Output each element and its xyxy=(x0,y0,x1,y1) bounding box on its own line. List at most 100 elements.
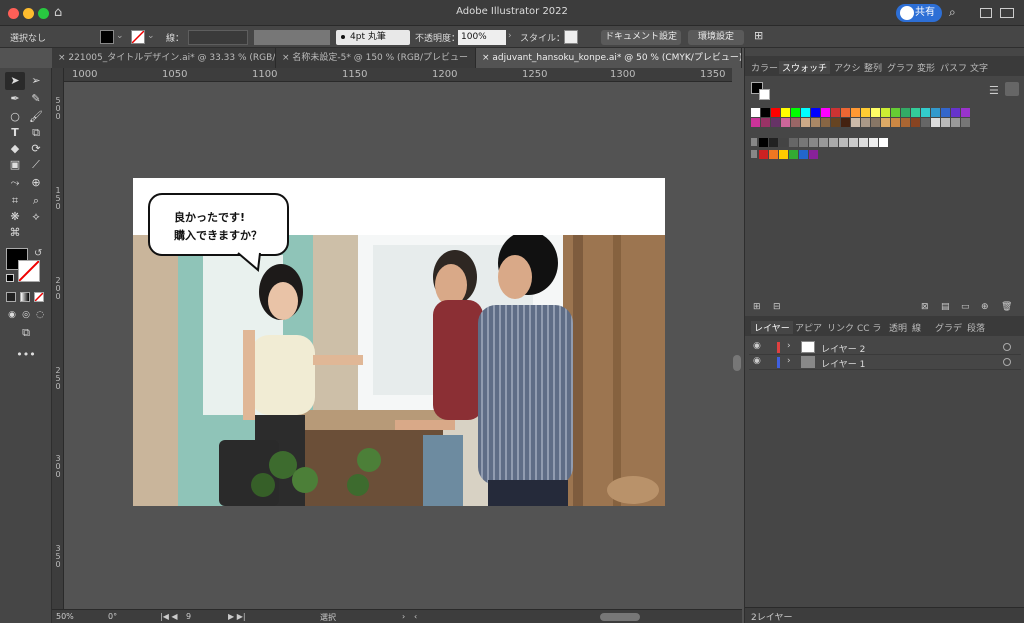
visibility-eye-icon[interactable]: ◉ xyxy=(753,341,761,351)
stroke-color-swatch[interactable] xyxy=(131,30,145,44)
workspace-icon[interactable] xyxy=(980,8,992,18)
gradient-tool-icon[interactable]: ▣ xyxy=(5,156,25,174)
new-color-group-icon[interactable]: ▤ xyxy=(941,302,950,312)
color-swatch[interactable] xyxy=(759,138,768,147)
placed-photo[interactable] xyxy=(133,235,665,506)
color-swatch[interactable] xyxy=(861,118,870,127)
color-swatch[interactable] xyxy=(771,118,780,127)
color-swatch[interactable] xyxy=(759,150,768,159)
color-swatch[interactable] xyxy=(911,118,920,127)
color-swatch[interactable] xyxy=(839,138,848,147)
color-swatch[interactable] xyxy=(951,118,960,127)
stroke-swatch[interactable] xyxy=(18,260,40,282)
color-swatch[interactable] xyxy=(789,138,798,147)
tab-transform[interactable]: 変形 xyxy=(917,61,935,74)
tab-adjuvant-hansoku[interactable]: × adjuvant_hansoku_konpe.ai* @ 50 % (CMY… xyxy=(476,48,742,68)
color-swatch[interactable] xyxy=(931,108,940,117)
expand-arrow-icon[interactable]: › xyxy=(787,341,791,351)
color-swatch[interactable] xyxy=(871,118,880,127)
status-arrow-icon[interactable]: › xyxy=(402,612,405,621)
scroll-left-icon[interactable]: ‹ xyxy=(414,612,417,621)
new-swatch-icon[interactable]: ⊕ xyxy=(981,302,989,312)
color-swatch[interactable] xyxy=(799,138,808,147)
color-swatch[interactable] xyxy=(779,150,788,159)
tab-cc-libraries[interactable]: CC ラ xyxy=(857,321,881,334)
search-icon[interactable]: ⌕ xyxy=(949,5,956,20)
layer-target-icon[interactable] xyxy=(1003,343,1011,351)
color-swatch[interactable] xyxy=(801,108,810,117)
eyedropper-tool-icon[interactable]: ⟋ xyxy=(26,156,46,174)
document-settings-button[interactable]: ドキュメント設定 xyxy=(601,30,681,45)
color-swatch[interactable] xyxy=(869,138,878,147)
swatch-library-icon[interactable]: ⊞ xyxy=(753,302,761,312)
tab-layers[interactable]: レイヤー xyxy=(751,321,793,334)
layer-target-icon[interactable] xyxy=(1003,358,1011,366)
color-swatch[interactable] xyxy=(921,118,930,127)
swap-fill-stroke-icon[interactable]: ↺ xyxy=(34,248,42,259)
color-swatch[interactable] xyxy=(781,108,790,117)
swatch-kinds-icon[interactable]: ⊟ xyxy=(773,302,781,312)
gradient-mode-icon[interactable] xyxy=(20,292,30,302)
opacity-arrow-icon[interactable]: › xyxy=(508,31,512,41)
edit-toolbar-icon[interactable]: ••• xyxy=(16,346,36,364)
curvature-tool-icon[interactable]: ✎ xyxy=(26,90,46,108)
tab-gradient[interactable]: グラデ xyxy=(935,321,962,334)
tab-actions[interactable]: アクシ xyxy=(834,61,861,74)
color-swatch[interactable] xyxy=(809,138,818,147)
color-swatch[interactable] xyxy=(801,118,810,127)
vertical-ruler[interactable]: 5 0 0 1 5 0 2 0 0 2 5 0 3 0 0 3 5 0 xyxy=(52,68,64,609)
color-swatch[interactable] xyxy=(951,108,960,117)
selection-tool-icon[interactable]: ➤ xyxy=(5,72,25,90)
color-swatch[interactable] xyxy=(751,108,760,117)
align-options-icon[interactable]: ⊞ xyxy=(754,29,763,42)
stroke-weight-input[interactable] xyxy=(188,30,248,45)
graphic-style-swatch[interactable] xyxy=(564,30,578,44)
none-mode-icon[interactable] xyxy=(34,292,44,302)
color-swatch[interactable] xyxy=(841,108,850,117)
color-swatch[interactable] xyxy=(769,150,778,159)
color-swatch[interactable] xyxy=(829,138,838,147)
color-swatch[interactable] xyxy=(901,108,910,117)
color-swatch[interactable] xyxy=(819,138,828,147)
vertical-scrollbar[interactable] xyxy=(733,355,741,371)
color-swatch[interactable] xyxy=(779,138,788,147)
preferences-button[interactable]: 環境設定 xyxy=(688,30,744,45)
color-swatch[interactable] xyxy=(799,150,808,159)
artboard-nav-first-icon[interactable]: |◀ ◀ xyxy=(160,612,178,621)
draw-inside-icon[interactable]: ◌ xyxy=(30,306,50,324)
fill-color-swatch[interactable] xyxy=(100,30,114,44)
screen-mode-icon[interactable]: ⧉ xyxy=(16,324,36,342)
speech-bubble[interactable]: 良かったです! 購入できますか？ xyxy=(148,193,289,256)
arrange-documents-icon[interactable] xyxy=(1000,8,1014,18)
tab-title-design[interactable]: × 221005_タイトルデザイン.ai* @ 33.33 % (RGB/プレビ… xyxy=(52,48,276,68)
tab-swatches[interactable]: スウォッチ xyxy=(779,61,831,74)
color-swatch[interactable] xyxy=(859,138,868,147)
tab-appearance[interactable]: アピア xyxy=(795,321,822,334)
puppet-warp-tool-icon[interactable]: ⌘ xyxy=(5,224,25,242)
grid-view-icon[interactable] xyxy=(1005,82,1019,96)
direct-selection-tool-icon[interactable]: ➢ xyxy=(26,72,46,90)
color-swatch[interactable] xyxy=(821,108,830,117)
color-swatch[interactable] xyxy=(941,118,950,127)
color-swatch[interactable] xyxy=(921,108,930,117)
color-swatch[interactable] xyxy=(931,118,940,127)
new-folder-icon[interactable]: ▭ xyxy=(961,302,970,312)
color-swatch[interactable] xyxy=(841,118,850,127)
fill-dropdown-icon[interactable]: ⌄ xyxy=(116,31,124,41)
color-swatch[interactable] xyxy=(881,108,890,117)
horizontal-ruler[interactable]: 1000 1050 1100 1150 1200 1250 1300 1350 xyxy=(64,68,732,82)
tab-transparency[interactable]: 透明 xyxy=(889,321,907,334)
stroke-dropdown-icon[interactable]: ⌄ xyxy=(147,31,155,41)
tab-color[interactable]: カラー xyxy=(751,61,778,74)
color-swatch[interactable] xyxy=(781,118,790,127)
color-swatch[interactable] xyxy=(871,108,880,117)
color-swatch[interactable] xyxy=(771,108,780,117)
tab-align[interactable]: 整列 xyxy=(864,61,882,74)
share-button[interactable]: 共有 xyxy=(896,4,942,22)
tab-paragraph[interactable]: 段落 xyxy=(967,321,985,334)
delete-swatch-icon[interactable]: 🗑 xyxy=(1001,302,1012,312)
artboard-number[interactable]: 9 xyxy=(186,612,191,621)
tab-untitled-5[interactable]: × 名称未設定-5* @ 150 % (RGB/プレビュー xyxy=(276,48,476,68)
tab-links[interactable]: リンク xyxy=(827,321,854,334)
tab-character[interactable]: 文字 xyxy=(970,61,988,74)
